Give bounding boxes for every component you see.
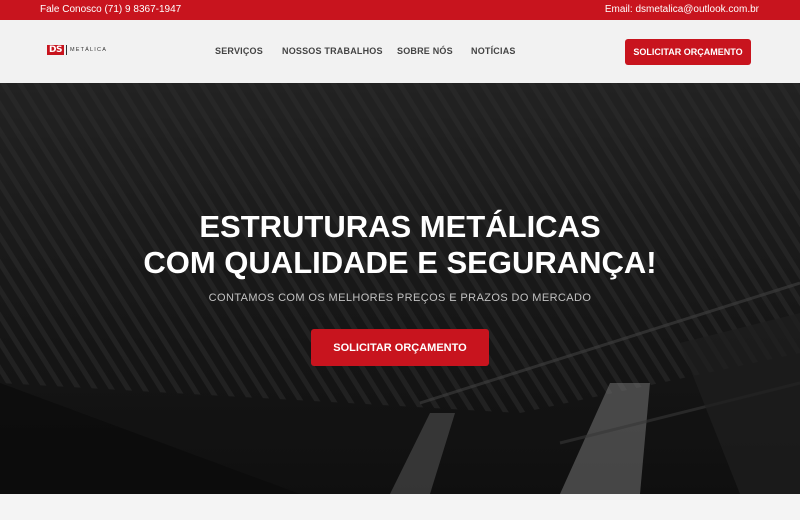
hero-subtitle: CONTAMOS COM OS MELHORES PREÇOS E PRAZOS… [208, 292, 592, 304]
nav-item-noticias[interactable]: NOTÍCIAS [471, 46, 516, 56]
top-contact-bar: Fale Conosco (71) 9 8367-1947 Email: dsm… [0, 0, 800, 20]
hero-background-image [0, 83, 800, 494]
header-quote-button[interactable]: SOLICITAR ORÇAMENTO [625, 39, 751, 65]
hero-title-line2: COM QUALIDADE E SEGURANÇA! [143, 245, 657, 280]
logo-mark: DS [47, 45, 64, 55]
contact-email[interactable]: Email: dsmetalica@outlook.com.br [605, 4, 759, 15]
hero-quote-button[interactable]: SOLICITAR ORÇAMENTO [311, 329, 489, 366]
hero-title: ESTRUTURAS METÁLICAS COM QUALIDADE E SEG… [0, 209, 800, 281]
logo-divider [65, 45, 67, 55]
hero-title-line1: ESTRUTURAS METÁLICAS [199, 209, 601, 244]
page-bottom-strip [0, 494, 800, 520]
nav-item-sobre-nos[interactable]: SOBRE NÓS [397, 46, 453, 56]
site-logo[interactable]: DS METÁLICA [47, 44, 107, 56]
nav-item-servicos[interactable]: SERVIÇOS [215, 46, 263, 56]
hero-section: ESTRUTURAS METÁLICAS COM QUALIDADE E SEG… [0, 83, 800, 494]
main-navbar: DS METÁLICA SERVIÇOS NOSSOS TRABALHOS SO… [0, 20, 800, 83]
nav-item-nossos-trabalhos[interactable]: NOSSOS TRABALHOS [282, 46, 383, 56]
contact-phone[interactable]: Fale Conosco (71) 9 8367-1947 [40, 4, 181, 15]
logo-text: METÁLICA [69, 47, 108, 53]
